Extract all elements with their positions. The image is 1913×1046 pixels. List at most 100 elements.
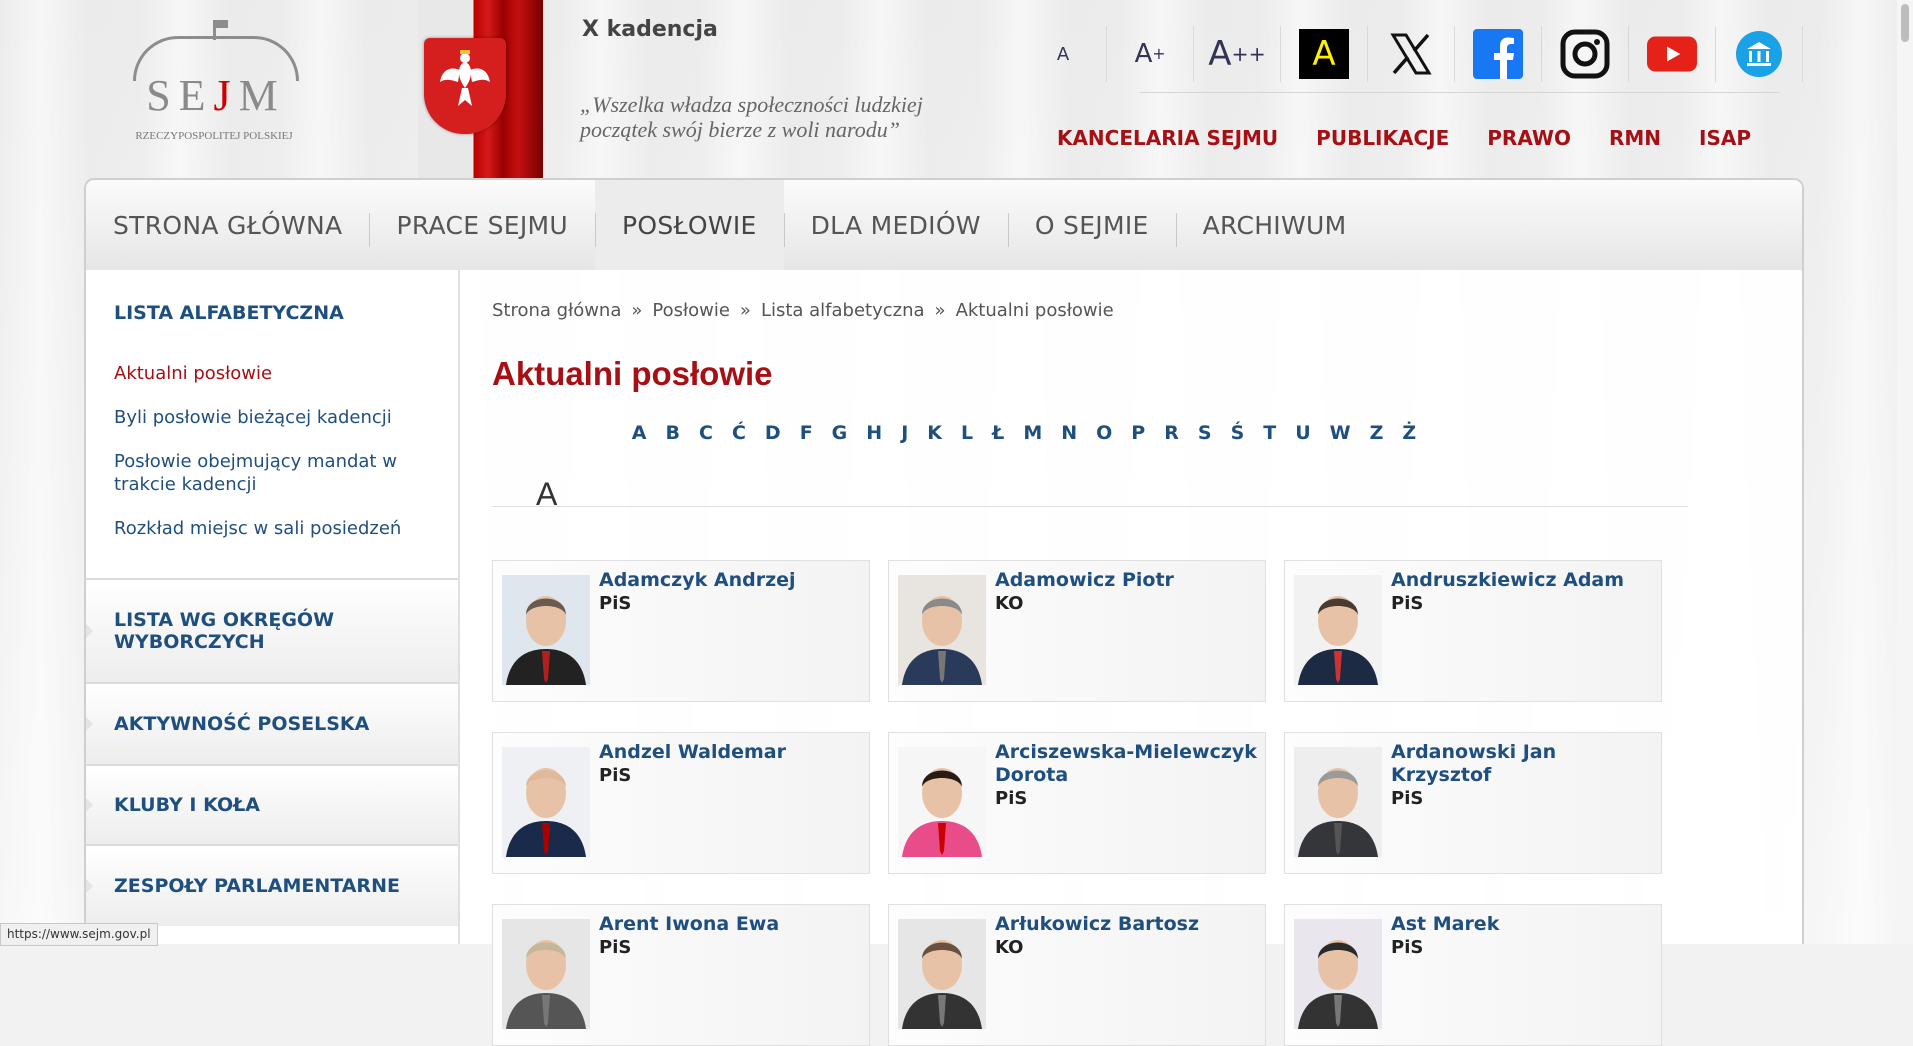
deputy-card[interactable]: Arent Iwona Ewa PiS <box>492 904 870 1046</box>
deputy-name-text[interactable]: Ast Marek <box>1391 913 1499 935</box>
letter-link[interactable]: J <box>901 422 908 444</box>
deputy-name-text[interactable]: Adamowicz Piotr <box>995 569 1174 591</box>
letter-link[interactable]: K <box>927 422 942 444</box>
alphabet-index: ABCĆDFGHJKLŁMNOPRSŚTUWZŻ <box>492 422 1556 444</box>
letter-link[interactable]: U <box>1295 422 1310 444</box>
deputy-card[interactable]: Ast Marek PiS <box>1284 904 1662 1046</box>
sidebar-section-okregi[interactable]: LISTA WG OKRĘGÓW WYBORCZYCH <box>86 578 458 682</box>
sidebar-section-zespoly[interactable]: ZESPOŁY PARLAMENTARNE <box>86 844 458 926</box>
sejm-logo[interactable]: SEJM RZECZYPOSPOLITEJ POLSKIEJ <box>128 18 299 148</box>
letter-link[interactable]: N <box>1061 422 1077 444</box>
top-link-publikacje[interactable]: PUBLIKACJE <box>1316 126 1449 150</box>
high-contrast-button[interactable]: A <box>1281 26 1368 82</box>
deputy-name[interactable]: Arciszewska-Mielewczyk Dorota PiS <box>995 741 1257 810</box>
letter-link[interactable]: R <box>1164 422 1179 444</box>
top-link-prawo[interactable]: PRAWO <box>1487 126 1571 150</box>
breadcrumb-lista[interactable]: Lista alfabetyczna <box>761 300 925 321</box>
deputy-photo[interactable] <box>898 575 986 685</box>
nav-dla-mediow[interactable]: DLA MEDIÓW <box>783 180 1008 270</box>
letter-link[interactable]: W <box>1330 422 1351 444</box>
deputy-party: PiS <box>995 788 1028 809</box>
x-link[interactable] <box>1368 26 1455 82</box>
deputy-name[interactable]: Andruszkiewicz Adam PiS <box>1391 569 1653 615</box>
font-size-normal-button[interactable]: A <box>1020 26 1107 82</box>
sidebar-section-aktywnosc[interactable]: AKTYWNOŚĆ POSELSKA <box>86 682 458 764</box>
letter-link[interactable]: Ł <box>992 422 1004 444</box>
letter-link[interactable]: T <box>1263 422 1276 444</box>
breadcrumb-poslowie[interactable]: Posłowie <box>652 300 730 321</box>
deputy-name-text[interactable]: Arciszewska-Mielewczyk Dorota <box>995 741 1257 786</box>
letter-link[interactable]: C <box>699 422 713 444</box>
museum-link[interactable] <box>1716 26 1803 82</box>
top-link-isap[interactable]: ISAP <box>1699 126 1751 150</box>
deputy-name[interactable]: Adamowicz Piotr KO <box>995 569 1257 615</box>
top-link-rmn[interactable]: RMN <box>1609 126 1661 150</box>
deputy-name[interactable]: Arłukowicz Bartosz KO <box>995 913 1257 959</box>
letter-link[interactable]: M <box>1023 422 1042 444</box>
term-label: X kadencja <box>582 17 718 42</box>
letter-link[interactable]: A <box>632 422 647 444</box>
deputy-name-text[interactable]: Adamczyk Andrzej <box>599 569 796 591</box>
deputy-photo[interactable] <box>502 919 590 1029</box>
deputy-name-text[interactable]: Ardanowski Jan Krzysztof <box>1391 741 1556 786</box>
sidebar-item-obejmujacy[interactable]: Posłowie obejmujący mandat w trakcie kad… <box>114 450 414 496</box>
letter-link[interactable]: S <box>1198 422 1212 444</box>
letter-link[interactable]: Ś <box>1231 422 1245 444</box>
facebook-link[interactable] <box>1455 26 1542 82</box>
page-scrollbar[interactable] <box>1897 0 1913 944</box>
font-size-largest-button[interactable]: A ++ <box>1194 26 1281 82</box>
deputy-name-text[interactable]: Arłukowicz Bartosz <box>995 913 1199 935</box>
sidebar-item-aktualni[interactable]: Aktualni posłowie <box>114 362 414 385</box>
sidebar-section-kluby[interactable]: KLUBY I KOŁA <box>86 764 458 844</box>
deputy-photo[interactable] <box>502 747 590 857</box>
top-link-kancelaria[interactable]: KANCELARIA SEJMU <box>1057 126 1278 150</box>
scrollbar-thumb[interactable] <box>1901 4 1909 42</box>
deputy-name[interactable]: Ast Marek PiS <box>1391 913 1653 959</box>
sidebar-item-byli[interactable]: Byli posłowie bieżącej kadencji <box>114 406 414 429</box>
nav-o-sejmie[interactable]: O SEJMIE <box>1007 180 1176 270</box>
youtube-link[interactable] <box>1629 26 1716 82</box>
deputy-name[interactable]: Adamczyk Andrzej PiS <box>599 569 861 615</box>
deputy-photo[interactable] <box>1294 575 1382 685</box>
deputy-name[interactable]: Andzel Waldemar PiS <box>599 741 861 787</box>
letter-link[interactable]: G <box>832 422 848 444</box>
font-size-larger-button[interactable]: A + <box>1107 26 1194 82</box>
letter-link[interactable]: D <box>765 422 781 444</box>
deputy-photo[interactable] <box>898 747 986 857</box>
nav-prace-sejmu[interactable]: PRACE SEJMU <box>369 180 595 270</box>
letter-link[interactable]: Z <box>1370 422 1384 444</box>
deputy-card[interactable]: Adamowicz Piotr KO <box>888 560 1266 702</box>
letter-link[interactable]: L <box>961 422 973 444</box>
nav-archiwum[interactable]: ARCHIWUM <box>1175 180 1374 270</box>
deputy-party: PiS <box>1391 593 1424 614</box>
deputy-photo[interactable] <box>502 575 590 685</box>
nav-strona-glowna[interactable]: STRONA GŁÓWNA <box>86 180 369 270</box>
letter-link[interactable]: H <box>866 422 882 444</box>
letter-link[interactable]: O <box>1096 422 1112 444</box>
deputy-name[interactable]: Ardanowski Jan Krzysztof PiS <box>1391 741 1653 810</box>
deputy-card[interactable]: Andzel Waldemar PiS <box>492 732 870 874</box>
deputy-photo[interactable] <box>1294 747 1382 857</box>
deputy-photo[interactable] <box>1294 919 1382 1029</box>
letter-link[interactable]: B <box>666 422 680 444</box>
deputy-name[interactable]: Arent Iwona Ewa PiS <box>599 913 861 959</box>
deputy-card[interactable]: Ardanowski Jan Krzysztof PiS <box>1284 732 1662 874</box>
letter-link[interactable]: F <box>800 422 813 444</box>
deputy-card[interactable]: Arłukowicz Bartosz KO <box>888 904 1266 1046</box>
deputy-card[interactable]: Arciszewska-Mielewczyk Dorota PiS <box>888 732 1266 874</box>
nav-poslowie[interactable]: POSŁOWIE <box>594 180 784 270</box>
deputy-name-text[interactable]: Arent Iwona Ewa <box>599 913 779 935</box>
letter-link[interactable]: Ż <box>1402 422 1416 444</box>
letter-link[interactable]: Ć <box>732 422 746 444</box>
deputy-card[interactable]: Andruszkiewicz Adam PiS <box>1284 560 1662 702</box>
letter-link[interactable]: P <box>1131 422 1145 444</box>
deputy-name-text[interactable]: Andruszkiewicz Adam <box>1391 569 1624 591</box>
deputy-card[interactable]: Adamczyk Andrzej PiS <box>492 560 870 702</box>
sidebar-heading[interactable]: LISTA ALFABETYCZNA <box>114 302 344 324</box>
breadcrumb-home[interactable]: Strona główna <box>492 300 621 321</box>
deputy-photo[interactable] <box>898 919 986 1029</box>
deputy-name-text[interactable]: Andzel Waldemar <box>599 741 786 763</box>
youtube-icon <box>1647 29 1697 79</box>
instagram-link[interactable] <box>1542 26 1629 82</box>
sidebar-item-rozklad[interactable]: Rozkład miejsc w sali posiedzeń <box>114 517 414 540</box>
